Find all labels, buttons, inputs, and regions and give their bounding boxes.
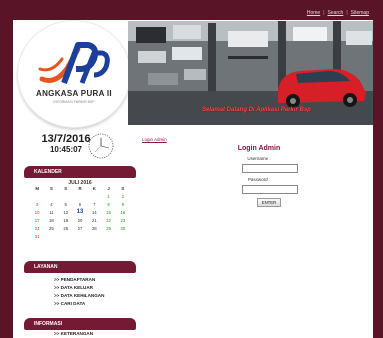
ap2-logo-mark-icon bbox=[38, 42, 110, 85]
menu-item-data-kehilangan[interactable]: >> DATA KEHILANGAN bbox=[54, 292, 104, 300]
calendar-day[interactable]: 1 bbox=[101, 194, 115, 199]
top-links: Home | Search | Sitemap bbox=[306, 10, 369, 16]
enter-button[interactable]: ENTER bbox=[257, 198, 281, 207]
calendar-day[interactable]: 27 bbox=[73, 226, 87, 231]
calendar-day[interactable]: 7 bbox=[87, 202, 101, 207]
calendar-day[interactable] bbox=[101, 234, 115, 239]
calendar-day[interactable] bbox=[87, 234, 101, 239]
calendar-day-today[interactable]: 13 bbox=[73, 209, 87, 215]
calendar-day[interactable]: 8 bbox=[101, 202, 115, 207]
calendar-day[interactable] bbox=[87, 194, 101, 199]
top-link-sitemap[interactable]: Sitemap bbox=[351, 10, 369, 16]
username-label: Username : bbox=[247, 156, 271, 161]
calendar-day[interactable]: 24 bbox=[30, 226, 44, 231]
calendar-day[interactable]: 30 bbox=[116, 226, 130, 231]
calendar-day[interactable]: 23 bbox=[116, 218, 130, 223]
day-header: S bbox=[121, 186, 125, 191]
menu-item-data-keluar[interactable]: >> DATA KELUAR bbox=[54, 284, 104, 292]
menu-item-cari-data[interactable]: >> CARI DATA bbox=[54, 300, 104, 308]
calendar-day[interactable] bbox=[44, 194, 58, 199]
top-link-home[interactable]: Home bbox=[307, 10, 320, 16]
header-banner: Selamat Datang Di Aplikasi Parkir Bsp bbox=[128, 21, 373, 125]
calendar-day[interactable]: 4 bbox=[44, 202, 58, 207]
analog-clock-icon bbox=[88, 133, 114, 159]
day-header: S bbox=[49, 186, 53, 191]
welcome-marquee: Selamat Datang Di Aplikasi Parkir Bsp bbox=[202, 107, 311, 113]
calendar-day[interactable]: 31 bbox=[30, 234, 44, 239]
day-header: M bbox=[35, 186, 39, 191]
calendar-day[interactable]: 5 bbox=[59, 202, 73, 207]
calendar-day[interactable]: 25 bbox=[44, 226, 58, 231]
logo-tagline: INFORMASI PARKIR BSP bbox=[53, 100, 95, 104]
calendar-day[interactable]: 18 bbox=[44, 218, 58, 223]
top-bar: Home | Search | Sitemap bbox=[13, 0, 373, 20]
calendar-day[interactable] bbox=[30, 194, 44, 199]
calendar-day[interactable]: 22 bbox=[101, 218, 115, 223]
calendar-day[interactable] bbox=[59, 234, 73, 239]
calendar-day[interactable] bbox=[116, 234, 130, 239]
calendar-day[interactable]: 21 bbox=[87, 218, 101, 223]
calendar-day[interactable]: 11 bbox=[44, 210, 58, 215]
username-field[interactable] bbox=[242, 164, 298, 173]
calendar-day[interactable] bbox=[73, 234, 87, 239]
calendar-heading: KALENDER bbox=[24, 166, 136, 178]
calendar-day[interactable]: 15 bbox=[101, 210, 115, 215]
calendar-day[interactable]: 6 bbox=[73, 202, 87, 207]
calendar-day[interactable]: 12 bbox=[59, 210, 73, 215]
calendar-day[interactable]: 17 bbox=[30, 218, 44, 223]
calendar-day[interactable]: 3 bbox=[30, 202, 44, 207]
day-header: K bbox=[92, 186, 96, 191]
password-field[interactable] bbox=[242, 185, 298, 194]
calendar-day[interactable]: 29 bbox=[101, 226, 115, 231]
calendar-day[interactable] bbox=[44, 234, 58, 239]
informasi-menu: >> KETERANGAN bbox=[54, 330, 93, 338]
calendar-day[interactable]: 28 bbox=[87, 226, 101, 231]
layanan-heading: LAYANAN bbox=[24, 261, 136, 273]
calendar-day[interactable]: 16 bbox=[116, 210, 130, 215]
menu-item-pendaftaran[interactable]: >> PENDAFTARAN bbox=[54, 276, 104, 284]
calendar-day[interactable]: 14 bbox=[87, 210, 101, 215]
calendar-day[interactable]: 2 bbox=[116, 194, 130, 199]
layanan-menu: >> PENDAFTARAN >> DATA KELUAR >> DATA KE… bbox=[54, 276, 104, 308]
day-header: S bbox=[64, 186, 68, 191]
calendar-day[interactable]: 9 bbox=[116, 202, 130, 207]
calendar-grid: M S S R K J S 1 2 3 4 5 6 7 8 9 10 11 12… bbox=[30, 186, 130, 239]
password-label: Password : bbox=[247, 177, 271, 182]
logo-name: ANGKASA PURA II bbox=[36, 89, 112, 98]
top-link-search[interactable]: Search bbox=[328, 10, 344, 16]
calendar-day[interactable] bbox=[59, 194, 73, 199]
day-header: R bbox=[78, 186, 82, 191]
day-header: J bbox=[107, 186, 110, 191]
calendar-day[interactable]: 20 bbox=[73, 218, 87, 223]
informasi-heading: INFORMASI bbox=[24, 318, 136, 330]
calendar-day[interactable]: 10 bbox=[30, 210, 44, 215]
logo: ANGKASA PURA II INFORMASI PARKIR BSP bbox=[18, 21, 130, 127]
menu-item-keterangan[interactable]: >> KETERANGAN bbox=[54, 330, 93, 338]
calendar-day[interactable]: 19 bbox=[59, 218, 73, 223]
calendar-day[interactable]: 26 bbox=[59, 226, 73, 231]
page: Home | Search | Sitemap ANGKASA PURA II … bbox=[13, 0, 373, 338]
calendar-day[interactable] bbox=[73, 194, 87, 199]
login-form-title: Login Admin bbox=[237, 145, 281, 152]
login-admin-link[interactable]: Login Admin bbox=[142, 137, 167, 142]
